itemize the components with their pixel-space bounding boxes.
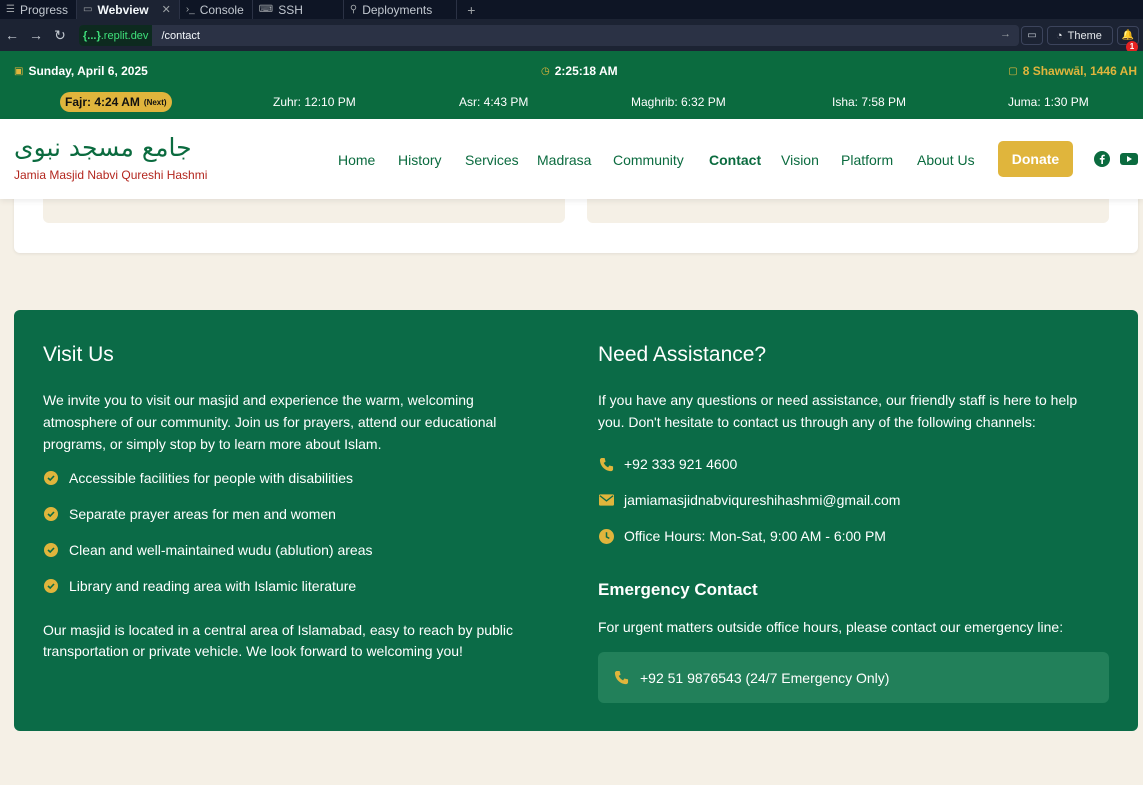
nav-contact[interactable]: Contact <box>709 152 761 168</box>
facebook-icon[interactable] <box>1094 151 1110 167</box>
add-tab-icon[interactable]: + <box>457 2 485 18</box>
prayer-times-bar: ▣ Sunday, April 6, 2025 ◷ 2:25:18 AM ▢ 8… <box>0 51 1143 119</box>
nav-about-us[interactable]: About Us <box>917 152 975 168</box>
emergency-text: For urgent matters outside office hours,… <box>598 619 1064 635</box>
need-assistance-title: Need Assistance? <box>598 343 767 366</box>
nav-madrasa[interactable]: Madrasa <box>537 152 591 168</box>
check-icon <box>44 543 58 557</box>
asr-time: Asr: 4:43 PM <box>459 95 529 109</box>
zuhr-time: Zuhr: 12:10 PM <box>273 95 356 109</box>
isha-time: Isha: 7:58 PM <box>832 95 907 109</box>
feature-item: Library and reading area with Islamic li… <box>44 578 356 594</box>
nav-community[interactable]: Community <box>613 152 684 168</box>
terminal-icon: ›_ <box>185 4 195 15</box>
email-row: jamiamasjidnabviqureshihashmi@gmail.com <box>598 492 900 508</box>
go-arrow-icon[interactable]: → <box>1000 28 1011 40</box>
feature-item: Clean and well-maintained wudu (ablution… <box>44 542 373 558</box>
feature-text: Separate prayer areas for men and women <box>69 506 336 522</box>
emergency-phone-text: +92 51 9876543 (24/7 Emergency Only) <box>640 669 890 686</box>
monitor-icon: ▭ <box>83 4 93 15</box>
key-icon: ⌨ <box>258 4 274 15</box>
emergency-phone-box[interactable]: +92 51 9876543 (24/7 Emergency Only) <box>598 652 1109 703</box>
check-icon <box>44 471 58 485</box>
calendar-icon: ▣ <box>14 65 24 77</box>
address-bar: ← → ↻ {...} .replit.dev /contact → ▭ ◔ Th… <box>0 19 1143 53</box>
moon-icon: ▢ <box>1008 65 1018 77</box>
nav-services[interactable]: Services <box>465 152 519 168</box>
url-host: {...} .replit.dev <box>79 25 153 46</box>
tab-label: Deployments <box>362 2 433 17</box>
fajr-next-badge: Fajr: 4:24 AM (Next) <box>60 92 172 112</box>
hijri-date: ▢ 8 Shawwāl, 1446 AH <box>1008 64 1137 78</box>
visit-us-title: Visit Us <box>43 343 114 366</box>
donate-button[interactable]: Donate <box>998 141 1073 177</box>
tab-label: Progress <box>19 2 68 17</box>
devtools-button[interactable]: ▭ <box>1021 26 1043 45</box>
back-icon[interactable]: ← <box>0 27 24 43</box>
time-text: 2:25:18 AM <box>554 64 618 78</box>
logo-english[interactable]: Jamia Masjid Nabvi Qureshi Hashmi <box>14 168 207 182</box>
tab-label: SSH <box>278 2 303 17</box>
feature-text: Accessible facilities for people with di… <box>69 470 354 486</box>
assistance-intro: If you have any questions or need assist… <box>598 392 1078 430</box>
tab-deployments[interactable]: ⚲ Deployments <box>344 0 458 19</box>
phone-text[interactable]: +92 333 921 4600 <box>624 456 737 472</box>
maghrib-time: Maghrib: 6:32 PM <box>631 95 726 109</box>
tab-label: Webview <box>97 2 149 17</box>
phone-icon <box>598 457 614 472</box>
url-path: /contact <box>161 29 200 42</box>
date-text: Sunday, April 6, 2025 <box>28 64 148 78</box>
reload-icon[interactable]: ↻ <box>48 27 72 44</box>
tab-label: Console <box>199 2 244 17</box>
youtube-icon[interactable] <box>1120 151 1138 167</box>
theme-button[interactable]: ◔ Theme <box>1047 26 1113 45</box>
current-time: ◷ 2:25:18 AM <box>541 64 618 78</box>
url-host-text: .replit.dev <box>100 29 149 42</box>
check-icon <box>44 579 58 593</box>
close-icon[interactable]: ✕ <box>162 3 171 16</box>
visit-outro: Our masjid is located in a central area … <box>43 622 514 659</box>
tab-webview[interactable]: ▭ Webview ✕ <box>77 0 180 19</box>
url-host-badge: {...} <box>83 29 101 42</box>
check-icon <box>44 507 58 521</box>
visit-intro: We invite you to visit our masjid and ex… <box>43 392 497 452</box>
tab-progress[interactable]: ☰ Progress <box>0 0 77 19</box>
tab-console[interactable]: ›_ Console <box>180 0 253 19</box>
theme-label: Theme <box>1067 29 1102 42</box>
next-label: (Next) <box>143 97 167 107</box>
feature-item: Separate prayer areas for men and women <box>44 506 336 522</box>
hijri-text: 8 Shawwāl, 1446 AH <box>1022 64 1137 78</box>
nav-home[interactable]: Home <box>338 152 375 168</box>
office-hours-text: Office Hours: Mon-Sat, 9:00 AM - 6:00 PM <box>624 528 886 544</box>
nav-platform[interactable]: Platform <box>841 152 893 168</box>
nav-vision[interactable]: Vision <box>781 152 819 168</box>
envelope-icon <box>598 494 614 506</box>
ide-tab-bar: ☰ Progress ▭ Webview ✕ ›_ Console ⌨ SSH … <box>0 0 1143 19</box>
url-input[interactable]: {...} .replit.dev /contact → <box>79 25 1019 46</box>
juma-time: Juma: 1:30 PM <box>1008 95 1089 109</box>
logo-arabic[interactable]: جامع مسجد نبوی <box>14 133 192 162</box>
clock-icon: ◷ <box>541 65 550 77</box>
emergency-contact-title: Emergency Contact <box>598 580 758 599</box>
feature-text: Clean and well-maintained wudu (ablution… <box>69 542 373 558</box>
deploy-icon: ⚲ <box>349 4 358 15</box>
forward-icon[interactable]: → <box>24 27 48 43</box>
fajr-time: Fajr: 4:24 AM <box>65 95 140 109</box>
gregorian-date: ▣ Sunday, April 6, 2025 <box>14 64 148 78</box>
visit-assistance-section: Visit Us We invite you to visit our masj… <box>14 310 1138 731</box>
palette-icon: ◔ <box>1056 29 1063 42</box>
clock-icon <box>598 528 614 544</box>
feature-text: Library and reading area with Islamic li… <box>69 578 357 594</box>
list-icon: ☰ <box>6 4 15 15</box>
feature-item: Accessible facilities for people with di… <box>44 470 353 486</box>
phone-icon <box>613 670 629 685</box>
office-hours-row: Office Hours: Mon-Sat, 9:00 AM - 6:00 PM <box>598 528 886 544</box>
tab-ssh[interactable]: ⌨ SSH <box>253 0 344 19</box>
email-text[interactable]: jamiamasjidnabviqureshihashmi@gmail.com <box>624 492 900 508</box>
site-header: جامع مسجد نبوی Jamia Masjid Nabvi Quresh… <box>0 119 1143 199</box>
phone-row: +92 333 921 4600 <box>598 456 737 472</box>
nav-history[interactable]: History <box>398 152 442 168</box>
